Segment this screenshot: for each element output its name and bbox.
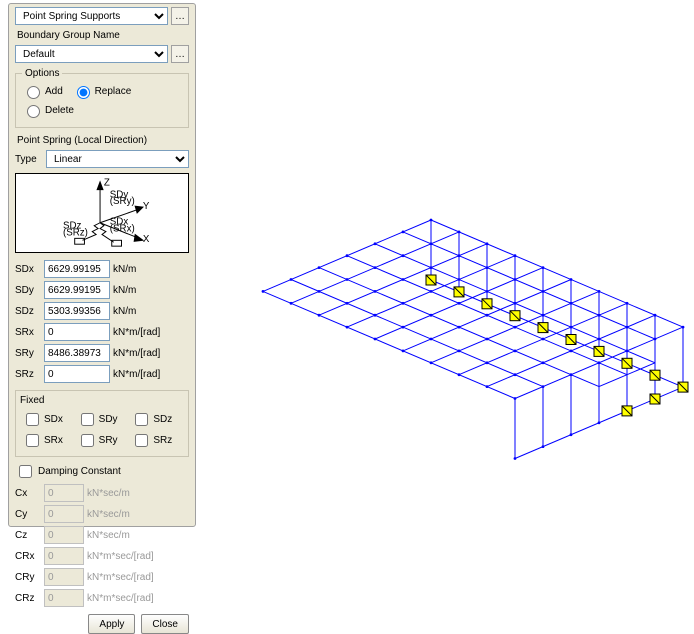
mode-more-button[interactable]: … (171, 7, 189, 25)
svg-text:X: X (143, 234, 150, 245)
crx-input (44, 547, 84, 565)
cy-input (44, 505, 84, 523)
crz-label: CRz (15, 593, 41, 604)
fixed-sdx[interactable]: SDx (22, 410, 73, 429)
damping-toggle[interactable]: Damping Constant (15, 462, 121, 481)
svg-text:Z: Z (104, 178, 110, 189)
options-fieldset: Options Add Replace Delete (15, 68, 189, 128)
stiffness-grid: SDx kN/m SDy kN/m SDz kN/m SRx kN*m/[rad… (15, 260, 189, 383)
structure-model-icon (196, 0, 694, 524)
cx-unit: kN*sec/m (87, 488, 189, 499)
fixed-sdy[interactable]: SDy (77, 410, 128, 429)
sdy-unit: kN/m (113, 285, 189, 296)
sdy-input[interactable] (44, 281, 110, 299)
sdx-label: SDx (15, 264, 41, 275)
cry-unit: kN*m*sec/[rad] (87, 572, 189, 583)
mode-select[interactable]: Point Spring Supports (15, 7, 168, 25)
crz-unit: kN*m*sec/[rad] (87, 593, 189, 604)
cz-label: Cz (15, 530, 41, 541)
cx-input (44, 484, 84, 502)
crx-unit: kN*m*sec/[rad] (87, 551, 189, 562)
srz-input[interactable] (44, 365, 110, 383)
fixed-sry[interactable]: SRy (77, 431, 128, 450)
svg-text:(SRz): (SRz) (63, 227, 88, 238)
crz-input (44, 589, 84, 607)
option-add[interactable]: Add (22, 83, 63, 99)
boundary-group-select[interactable]: Default (15, 45, 168, 63)
fixed-srz[interactable]: SRz (131, 431, 182, 450)
option-replace[interactable]: Replace (72, 83, 132, 99)
srx-input[interactable] (44, 323, 110, 341)
sry-label: SRy (15, 348, 41, 359)
fixed-group: Fixed SDx SDy SDz SRx SRy SRz (15, 390, 189, 457)
sry-unit: kN*m/[rad] (113, 348, 189, 359)
srx-unit: kN*m/[rad] (113, 327, 189, 338)
point-spring-header: Point Spring (Local Direction) (17, 135, 189, 146)
boundary-group-label: Boundary Group Name (17, 30, 189, 41)
svg-text:(SRx): (SRx) (110, 224, 135, 235)
cz-unit: kN*sec/m (87, 530, 189, 541)
close-button[interactable]: Close (141, 614, 189, 634)
options-legend: Options (22, 68, 62, 79)
fixed-srx[interactable]: SRx (22, 431, 73, 450)
sdx-unit: kN/m (113, 264, 189, 275)
boundary-more-button[interactable]: … (171, 45, 189, 63)
cz-input (44, 526, 84, 544)
option-delete[interactable]: Delete (22, 102, 74, 118)
srz-label: SRz (15, 369, 41, 380)
srz-unit: kN*m/[rad] (113, 369, 189, 380)
point-spring-panel: Point Spring Supports … Boundary Group N… (8, 3, 196, 527)
sdz-label: SDz (15, 306, 41, 317)
fixed-sdz[interactable]: SDz (131, 410, 182, 429)
svg-text:(SRy): (SRy) (110, 196, 135, 207)
type-select[interactable]: Linear (46, 150, 189, 168)
sdz-unit: kN/m (113, 306, 189, 317)
srx-label: SRx (15, 327, 41, 338)
apply-button[interactable]: Apply (88, 614, 135, 634)
sdz-input[interactable] (44, 302, 110, 320)
sdx-input[interactable] (44, 260, 110, 278)
fixed-legend: Fixed (20, 395, 184, 406)
cry-input (44, 568, 84, 586)
cry-label: CRy (15, 572, 41, 583)
cy-label: Cy (15, 509, 41, 520)
svg-text:Y: Y (143, 201, 150, 212)
type-label: Type (15, 154, 43, 165)
sry-input[interactable] (44, 344, 110, 362)
cy-unit: kN*sec/m (87, 509, 189, 520)
cx-label: Cx (15, 488, 41, 499)
crx-label: CRx (15, 551, 41, 562)
sdy-label: SDy (15, 285, 41, 296)
model-viewport[interactable] (196, 0, 694, 524)
axis-diagram: Z Y X SDy (SRy) SDx (SRx) SDz (SRz) (15, 173, 189, 253)
